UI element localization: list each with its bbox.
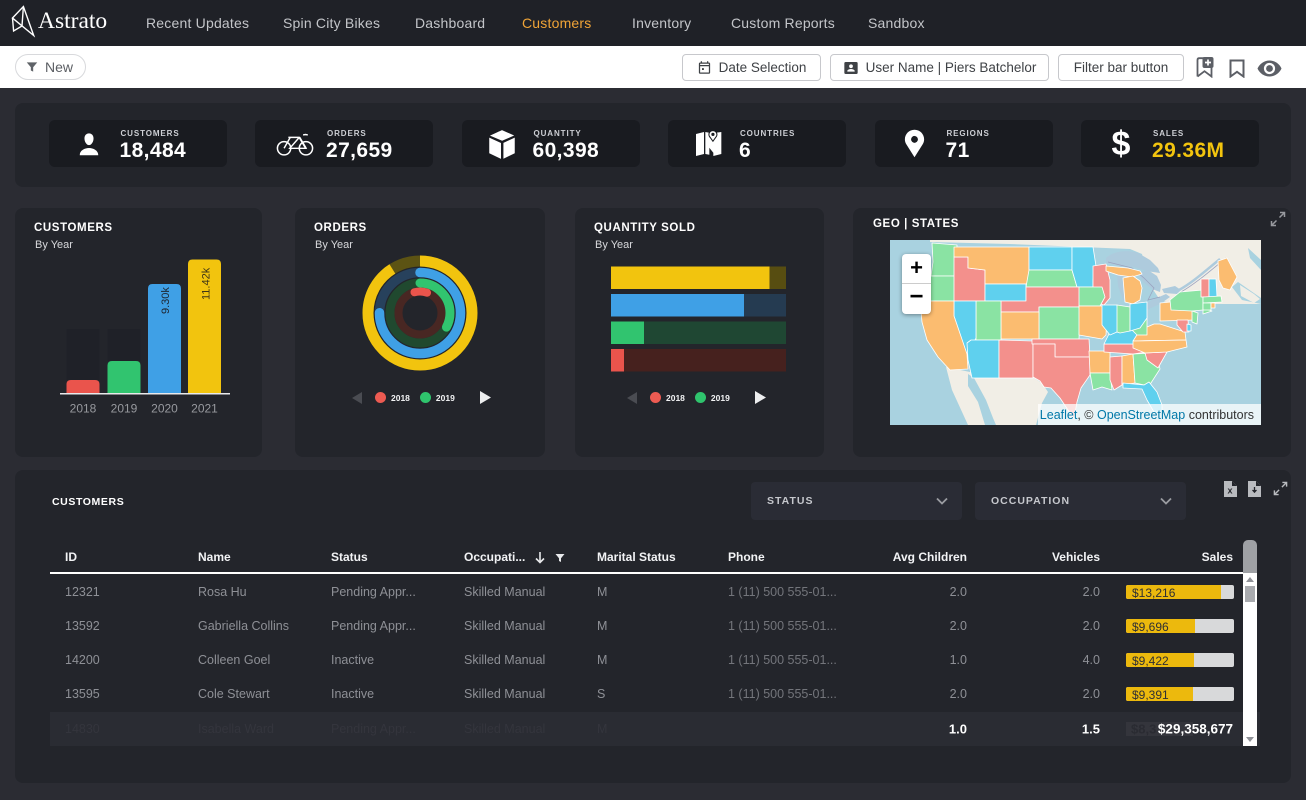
svg-text:2018: 2018 — [70, 402, 97, 416]
svg-text:Leaflet, © OpenStreetMap contr: Leaflet, © OpenStreetMap contributors — [1040, 408, 1254, 422]
svg-text:2019: 2019 — [111, 402, 138, 416]
svg-text:9.30k: 9.30k — [160, 287, 172, 314]
svg-text:11.42k: 11.42k — [201, 267, 213, 300]
svg-text:x: x — [1227, 486, 1232, 496]
svg-text:2021: 2021 — [191, 402, 218, 416]
svg-text:2020: 2020 — [151, 402, 178, 416]
